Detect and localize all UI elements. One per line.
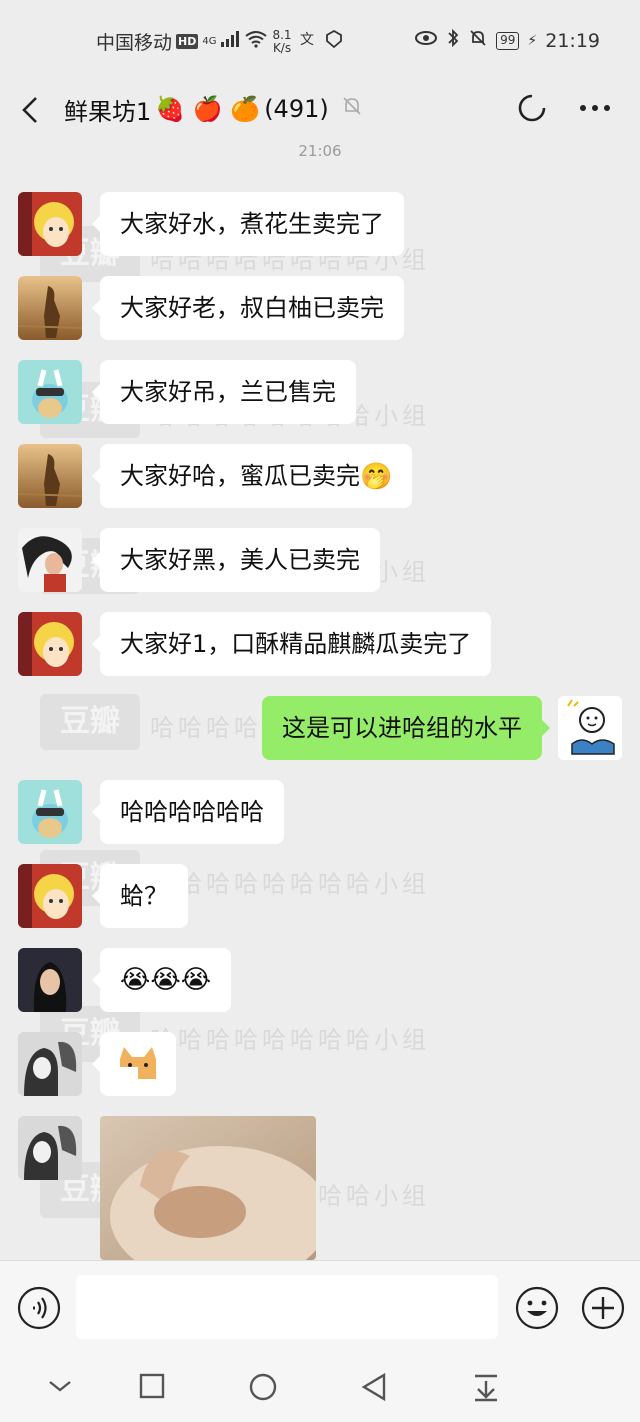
message-bubble[interactable]: 大家好吊，兰已售完 xyxy=(92,360,356,424)
chat-title: 鲜果坊1 🍓 🍎 🍊 (491) xyxy=(64,88,363,130)
charging-icon: ⚡ xyxy=(527,32,538,49)
refresh-icon xyxy=(518,94,546,122)
hd-badge: HD xyxy=(176,34,199,49)
member-count: (491) xyxy=(264,95,329,123)
pull-down-icon xyxy=(475,1374,497,1402)
message-bubble[interactable]: 大家好黑，美人已卖完 xyxy=(92,528,380,592)
eye-icon xyxy=(414,29,438,52)
plus-icon xyxy=(581,1286,625,1330)
carrier-name: 中国移动 xyxy=(96,32,173,54)
watermark-logo: 豆瓣 xyxy=(40,694,140,750)
cat-sticker xyxy=(120,1047,156,1079)
more-icon xyxy=(580,105,610,111)
avatar[interactable] xyxy=(18,948,82,1012)
avatar[interactable] xyxy=(18,1116,82,1180)
watermark-text: 哈哈哈哈哈哈哈哈小组 xyxy=(150,870,430,898)
avatar[interactable] xyxy=(18,276,82,340)
emoji-button[interactable] xyxy=(514,1285,560,1335)
network-type: 4G xyxy=(202,36,217,47)
message-bubble[interactable]: 蛤？ xyxy=(92,864,188,928)
avatar[interactable] xyxy=(18,444,82,508)
nav-notification-button[interactable] xyxy=(472,1372,500,1406)
message-input[interactable] xyxy=(76,1275,498,1339)
battery-level: 99 xyxy=(496,31,520,50)
wifi-icon xyxy=(244,30,268,53)
voice-button[interactable] xyxy=(16,1285,62,1335)
circle-icon xyxy=(249,1373,277,1401)
message-bubble[interactable]: 这是可以进哈组的水平 xyxy=(262,696,550,760)
image-message[interactable] xyxy=(100,1116,316,1260)
message-timestamp: 21:06 xyxy=(298,142,342,160)
avatar[interactable] xyxy=(18,192,82,256)
clock: 21:19 xyxy=(545,29,600,52)
chevron-down-icon xyxy=(49,1381,71,1392)
message-bubble[interactable]: 大家好1，口酥精品麒麟瓜卖完了 xyxy=(91,612,492,676)
refresh-button[interactable] xyxy=(516,92,548,128)
message-bubble[interactable]: 大家好哈，蜜瓜已卖完🤭 xyxy=(91,444,413,508)
chat-header: 鲜果坊1 🍓 🍎 🍊 (491) xyxy=(0,80,640,142)
voice-icon xyxy=(17,1286,61,1330)
cat-photo xyxy=(100,1116,316,1260)
title-emojis: 🍓 🍎 🍊 xyxy=(155,95,261,123)
avatar[interactable] xyxy=(18,1032,82,1096)
nav-back-button[interactable] xyxy=(360,1372,388,1406)
network-speed: 8.1 K/s xyxy=(272,27,292,55)
avatar[interactable] xyxy=(18,360,82,424)
group-name: 鲜果坊1 xyxy=(64,97,152,126)
signal-icon xyxy=(220,30,240,53)
nav-home-button[interactable] xyxy=(248,1372,278,1406)
status-bar: 中国移动 HD 4G 8.1 K/s 文 99 ⚡ 21:19 xyxy=(0,0,640,80)
nav-recents-button[interactable] xyxy=(138,1372,166,1404)
translate-icon: 文 xyxy=(300,30,320,53)
system-nav-bar xyxy=(0,1356,640,1422)
sticker-bubble[interactable] xyxy=(92,1032,176,1096)
input-bar xyxy=(0,1260,640,1356)
more-functions-button[interactable] xyxy=(580,1285,626,1335)
watermark-text: 哈哈哈哈哈哈哈哈小组 xyxy=(150,1026,430,1054)
smiley-icon xyxy=(515,1286,559,1330)
avatar[interactable] xyxy=(558,696,622,760)
avatar[interactable] xyxy=(18,780,82,844)
bluetooth-icon xyxy=(446,28,460,53)
message-bubble[interactable]: 哈哈哈哈哈哈 xyxy=(92,780,284,844)
mute-bell-icon xyxy=(468,28,488,53)
message-bubble[interactable]: 大家好水，煮花生卖完了 xyxy=(92,192,404,256)
avatar[interactable] xyxy=(18,864,82,928)
chevron-left-icon xyxy=(22,97,37,123)
square-icon xyxy=(139,1373,165,1399)
message-bubble[interactable]: 😭😭😭 xyxy=(91,948,232,1012)
avatar[interactable] xyxy=(18,528,82,592)
nav-collapse-button[interactable] xyxy=(46,1372,74,1404)
triangle-back-icon xyxy=(361,1372,386,1402)
message-bubble[interactable]: 大家好老，叔白柚已卖完 xyxy=(92,276,404,340)
back-button[interactable] xyxy=(18,90,46,130)
shield-icon xyxy=(324,29,344,54)
muted-icon xyxy=(341,95,363,123)
covering-mouth-emoji: 🤭 xyxy=(360,462,393,492)
avatar[interactable] xyxy=(18,612,82,676)
more-button[interactable] xyxy=(578,92,612,128)
svg-text:文: 文 xyxy=(300,32,314,48)
